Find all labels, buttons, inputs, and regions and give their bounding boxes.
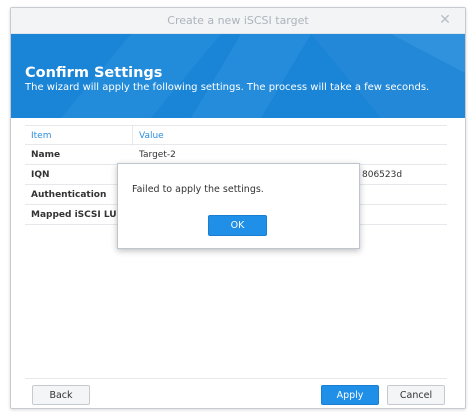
ok-button[interactable]: OK <box>208 215 267 236</box>
row-item: Authentication <box>31 190 107 200</box>
close-icon[interactable]: ✕ <box>436 11 454 29</box>
error-dialog: Failed to apply the settings. OK <box>117 163 360 249</box>
column-header-item[interactable]: Item <box>31 126 52 146</box>
row-item: IQN <box>31 170 50 180</box>
title-bar: Create a new iSCSI target ✕ <box>11 8 465 34</box>
apply-button[interactable]: Apply <box>321 385 379 405</box>
page-title: Confirm Settings <box>25 65 163 81</box>
footer-divider <box>25 378 447 379</box>
table-row[interactable]: Name Target-2 <box>25 145 447 165</box>
column-header-value[interactable]: Value <box>139 126 164 146</box>
page-subtitle: The wizard will apply the following sett… <box>25 82 430 93</box>
row-item: Name <box>31 150 61 160</box>
wizard-banner: Confirm Settings The wizard will apply t… <box>11 34 465 118</box>
window-title: Create a new iSCSI target <box>167 14 309 27</box>
table-header: Item Value <box>25 125 447 146</box>
error-message: Failed to apply the settings. <box>132 184 264 195</box>
column-divider <box>132 126 133 146</box>
row-item: Mapped iSCSI LUN <box>31 210 125 220</box>
row-value: Target-2 <box>139 150 176 160</box>
row-value-tail: 806523d <box>362 170 403 180</box>
cancel-button[interactable]: Cancel <box>387 385 445 405</box>
back-button[interactable]: Back <box>32 385 90 405</box>
